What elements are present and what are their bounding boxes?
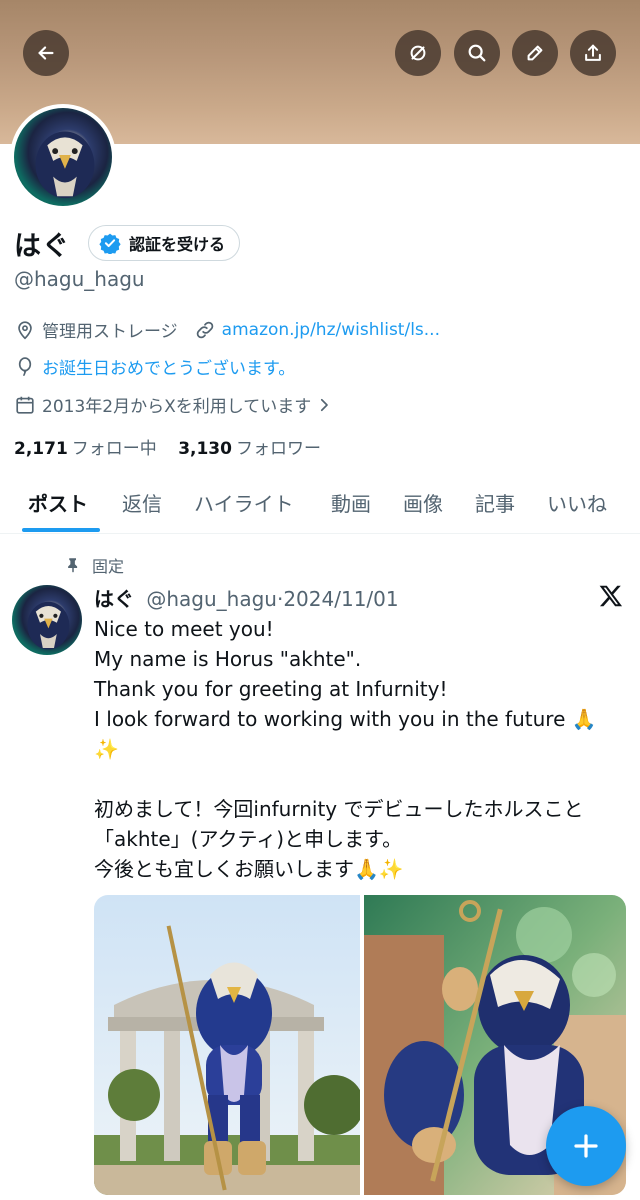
balloon-icon [18,356,32,376]
profile-meta-birthday: お誕生日おめでとうございます。 [14,354,295,379]
link-icon [196,321,213,338]
edit-icon [527,45,543,61]
share-button[interactable] [570,30,616,76]
profile-meta-location-link: 管理用ストレージ amazon.jp/hz/wishlist/ls... [14,317,440,342]
grok-icon [410,45,426,61]
verified-badge-icon [99,233,121,254]
grok-button[interactable] [395,30,441,76]
share-icon [585,44,601,61]
profile-avatar[interactable] [10,104,116,210]
post-line: ✨ [94,737,119,761]
x-logo-icon[interactable] [598,583,624,609]
calendar-icon [16,396,34,414]
post-line: My name is Horus "akhte". [94,647,362,671]
search-icon [468,44,486,62]
tab-articles[interactable]: 記事 [475,488,515,517]
profile-website-link[interactable]: amazon.jp/hz/wishlist/ls... [222,320,440,340]
tab-images[interactable]: 画像 [403,488,443,517]
post-body: Nice to meet you! My name is Horus "akht… [94,614,634,884]
post-author-name[interactable]: はぐ [94,587,134,611]
follow-stats: 2,171 フォロー中 3,130 フォロワー [14,434,321,459]
compose-post-button[interactable] [546,1106,626,1186]
profile-name: はぐ [14,231,70,262]
post-line: Thank you for greeting at Infurnity! [94,677,448,701]
post-line: I look forward to working with you in th… [94,707,597,731]
following-label: フォロー中 [71,439,157,459]
profile-handle: @hagu_hagu [14,267,145,291]
author-avatar-image [27,601,70,650]
profile-location: 管理用ストレージ [42,322,178,342]
profile-meta-joined[interactable]: 2013年2月からXを利用しています [14,392,339,417]
post-media-1[interactable] [94,895,360,1195]
post-author-avatar[interactable] [12,585,82,655]
location-pin-icon [18,320,32,339]
arrow-left-icon [38,46,54,60]
post-author-handle[interactable]: @hagu_hagu [146,587,277,611]
followers-link[interactable]: 3,130 フォロワー [178,439,321,459]
joined-date: 2013年2月からXを利用しています [42,397,312,417]
avatar-image [14,108,112,206]
post-date[interactable]: 2024/11/01 [283,587,398,611]
active-tab-indicator [22,528,100,532]
post-line [94,764,634,794]
post-line: 「akhte」(アクティ)と申します。 [94,827,403,851]
following-count: 2,171 [14,439,68,459]
get-verified-label: 認証を受ける [129,235,226,254]
tab-highlights[interactable]: ハイライト [194,488,294,517]
following-link[interactable]: 2,171 フォロー中 [14,439,157,459]
edit-button[interactable] [512,30,558,76]
back-button[interactable] [23,30,69,76]
tab-posts[interactable]: ポスト [28,488,88,517]
search-button[interactable] [454,30,500,76]
pin-icon [68,558,78,573]
chevron-right-icon [321,398,329,411]
pinned-label: 固定 [92,557,125,576]
post-line: 初めまして！今回infurnity でデビューしたホルスこと [94,797,584,821]
tab-replies[interactable]: 返信 [122,488,162,517]
post-line: Nice to meet you! [94,617,274,641]
post-photo-1 [94,895,360,1195]
get-verified-button[interactable]: 認証を受ける [88,225,241,261]
followers-label: フォロワー [235,439,321,459]
followers-count: 3,130 [178,439,232,459]
post-header: はぐ @hagu_hagu·2024/11/01 [94,583,399,612]
pinned-indicator: 固定 [64,553,124,577]
birthday-text[interactable]: お誕生日おめでとうございます。 [42,354,295,379]
profile-tabs: ポスト 返信 ハイライト 動画 画像 記事 いいね [0,478,640,534]
tab-likes[interactable]: いいね [547,488,607,517]
post-line: 今後とも宜しくお願いします🙏✨ [94,857,404,881]
tab-videos[interactable]: 動画 [331,488,371,517]
plus-icon [574,1134,598,1158]
